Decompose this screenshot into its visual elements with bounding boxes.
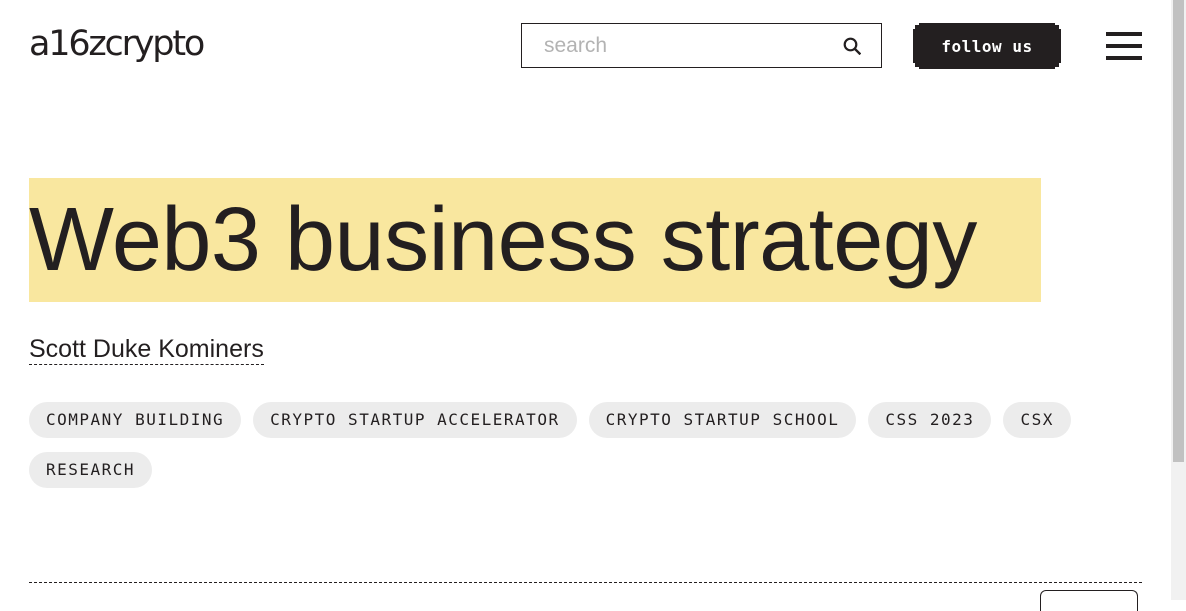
hamburger-menu-icon[interactable] bbox=[1106, 32, 1142, 60]
tag-css-2023[interactable]: CSS 2023 bbox=[868, 402, 992, 438]
tag-list: COMPANY BUILDING CRYPTO STARTUP ACCELERAT… bbox=[29, 402, 1119, 502]
tag-crypto-startup-accelerator[interactable]: CRYPTO STARTUP ACCELERATOR bbox=[253, 402, 577, 438]
page-title: Web3 business strategy bbox=[29, 178, 1041, 302]
search-input[interactable] bbox=[522, 24, 844, 67]
author-link[interactable]: Scott Duke Kominers bbox=[29, 334, 264, 365]
section-divider bbox=[29, 582, 1142, 583]
search-box[interactable] bbox=[521, 23, 882, 68]
logo[interactable]: a16zcrypto bbox=[29, 22, 205, 66]
follow-us-button[interactable]: follow us bbox=[913, 23, 1061, 69]
search-icon[interactable] bbox=[843, 37, 861, 55]
tag-csx[interactable]: CSX bbox=[1003, 402, 1071, 438]
tag-company-building[interactable]: COMPANY BUILDING bbox=[29, 402, 242, 438]
scrollbar[interactable] bbox=[1171, 0, 1186, 600]
partial-box bbox=[1040, 590, 1138, 611]
tag-crypto-startup-school[interactable]: CRYPTO STARTUP SCHOOL bbox=[588, 402, 857, 438]
tag-research[interactable]: RESEARCH bbox=[29, 452, 153, 488]
scrollbar-thumb[interactable] bbox=[1173, 0, 1184, 462]
